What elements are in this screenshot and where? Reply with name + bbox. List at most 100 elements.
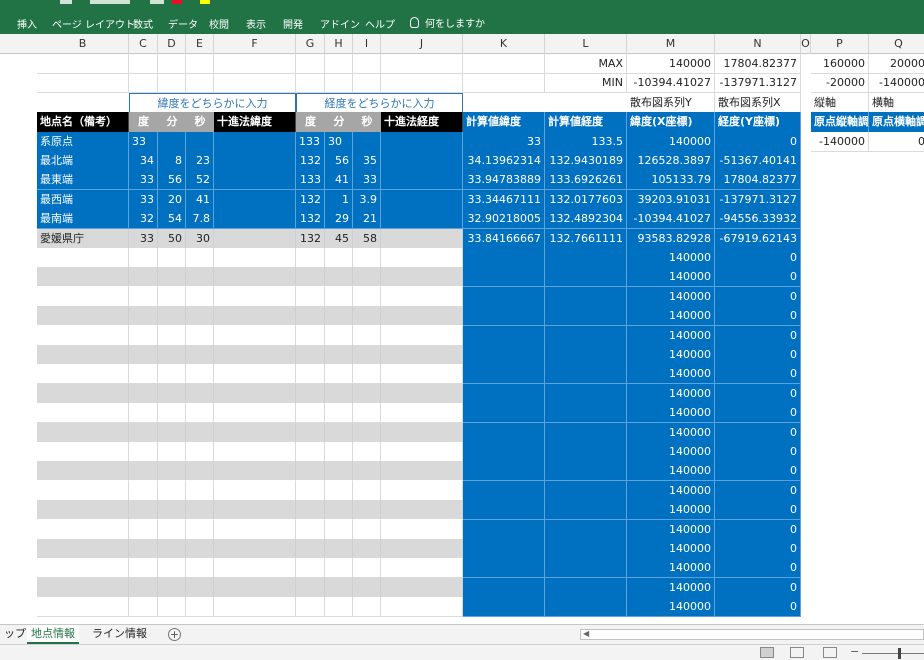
qat-icon[interactable]: [150, 0, 164, 4]
empty-cell[interactable]: [186, 480, 214, 501]
empty-cell[interactable]: [325, 383, 353, 404]
lat-minute[interactable]: 56: [158, 170, 186, 191]
x-coord[interactable]: 140000: [627, 383, 715, 404]
empty-cell[interactable]: [158, 480, 186, 501]
lat-second[interactable]: 23: [186, 151, 214, 171]
calc-lon[interactable]: [545, 500, 627, 521]
empty-cell[interactable]: [214, 597, 296, 618]
x-coord[interactable]: 140000: [627, 306, 715, 327]
empty-cell[interactable]: [214, 442, 296, 462]
lat-second[interactable]: [186, 131, 214, 152]
calc-lat[interactable]: [463, 248, 545, 268]
empty-cell[interactable]: [186, 73, 214, 94]
empty-cell[interactable]: [158, 461, 186, 482]
x-coord[interactable]: 140000: [627, 442, 715, 462]
empty-cell[interactable]: [214, 500, 296, 521]
empty-cell[interactable]: [214, 383, 296, 404]
column-header-e[interactable]: E: [186, 34, 214, 54]
decimal-lat[interactable]: [214, 151, 296, 171]
calc-lon[interactable]: [545, 286, 627, 307]
empty-cell[interactable]: [186, 403, 214, 424]
empty-cell[interactable]: [186, 286, 214, 307]
x-coord[interactable]: 140000: [627, 519, 715, 540]
x-coord[interactable]: 126528.3897: [627, 151, 715, 171]
decimal-lat[interactable]: [214, 209, 296, 230]
empty-cell[interactable]: [353, 54, 381, 74]
empty-cell[interactable]: [186, 364, 214, 385]
empty-cell[interactable]: [214, 519, 296, 540]
calc-lon[interactable]: 132.9430189: [545, 151, 627, 171]
column-header-d[interactable]: D: [158, 34, 186, 54]
empty-cell[interactable]: [353, 403, 381, 424]
y-coord[interactable]: 0: [715, 383, 801, 404]
empty-cell[interactable]: [186, 442, 214, 462]
empty-cell[interactable]: [353, 364, 381, 385]
empty-cell[interactable]: [158, 54, 186, 74]
y-coord[interactable]: -137971.3127: [715, 189, 801, 210]
y-coord[interactable]: -51367.40141: [715, 151, 801, 171]
empty-cell[interactable]: [37, 383, 129, 404]
calc-lat[interactable]: [463, 461, 545, 482]
calc-lat[interactable]: [463, 403, 545, 424]
empty-cell[interactable]: [37, 73, 129, 94]
empty-cell[interactable]: [325, 558, 353, 579]
lon-degree[interactable]: 132: [296, 189, 325, 210]
location-name[interactable]: 最西端: [37, 189, 129, 210]
location-name[interactable]: 系原点: [37, 131, 129, 152]
empty-cell[interactable]: [37, 306, 129, 327]
y-coord[interactable]: 0: [715, 325, 801, 346]
empty-cell[interactable]: [37, 267, 129, 288]
empty-cell[interactable]: [129, 286, 158, 307]
lon-second[interactable]: 33: [353, 170, 381, 191]
x-coord[interactable]: 140000: [627, 597, 715, 618]
empty-cell[interactable]: [381, 325, 463, 346]
column-header-f[interactable]: F: [214, 34, 296, 54]
y-coord[interactable]: -67919.62143: [715, 228, 801, 249]
empty-cell[interactable]: [37, 54, 129, 74]
empty-cell[interactable]: [37, 539, 129, 559]
calc-lon[interactable]: [545, 403, 627, 424]
calc-lon[interactable]: [545, 480, 627, 501]
empty-cell[interactable]: [37, 403, 129, 424]
calc-lat[interactable]: 32.90218005: [463, 209, 545, 230]
tab-data[interactable]: データ: [168, 16, 198, 31]
empty-cell[interactable]: [158, 267, 186, 288]
x-coord[interactable]: 140000: [627, 325, 715, 346]
empty-cell[interactable]: [37, 500, 129, 521]
empty-cell[interactable]: [186, 577, 214, 598]
empty-cell[interactable]: [158, 73, 186, 94]
decimal-lon[interactable]: [381, 131, 463, 152]
decimal-lat[interactable]: [214, 228, 296, 249]
column-header-j[interactable]: J: [381, 34, 463, 54]
empty-cell[interactable]: [186, 500, 214, 521]
empty-cell[interactable]: [129, 345, 158, 365]
empty-cell[interactable]: [381, 267, 463, 288]
empty-cell[interactable]: [129, 267, 158, 288]
empty-cell[interactable]: [158, 442, 186, 462]
tab-review[interactable]: 校閲: [209, 16, 229, 31]
empty-cell[interactable]: [353, 325, 381, 346]
empty-cell[interactable]: [158, 286, 186, 307]
empty-cell[interactable]: [296, 597, 325, 618]
x-coord[interactable]: 140000: [627, 577, 715, 598]
calc-lat[interactable]: [463, 383, 545, 404]
empty-cell[interactable]: [325, 539, 353, 559]
empty-cell[interactable]: [381, 403, 463, 424]
x-coord[interactable]: -10394.41027: [627, 209, 715, 230]
empty-cell[interactable]: [353, 597, 381, 618]
add-sheet-icon[interactable]: +: [168, 628, 181, 641]
calc-lat[interactable]: [463, 442, 545, 462]
empty-cell[interactable]: [158, 558, 186, 579]
empty-cell[interactable]: [129, 500, 158, 521]
empty-cell[interactable]: [381, 577, 463, 598]
calc-lat[interactable]: [463, 539, 545, 559]
empty-cell[interactable]: [381, 442, 463, 462]
font-color-icon[interactable]: [172, 0, 182, 4]
empty-cell[interactable]: [214, 286, 296, 307]
calc-lon[interactable]: [545, 306, 627, 327]
empty-cell[interactable]: [325, 500, 353, 521]
scroll-left-icon[interactable]: ◀: [583, 629, 589, 638]
calc-lat[interactable]: [463, 480, 545, 501]
empty-cell[interactable]: [463, 73, 545, 94]
lon-minute[interactable]: 45: [325, 228, 353, 249]
